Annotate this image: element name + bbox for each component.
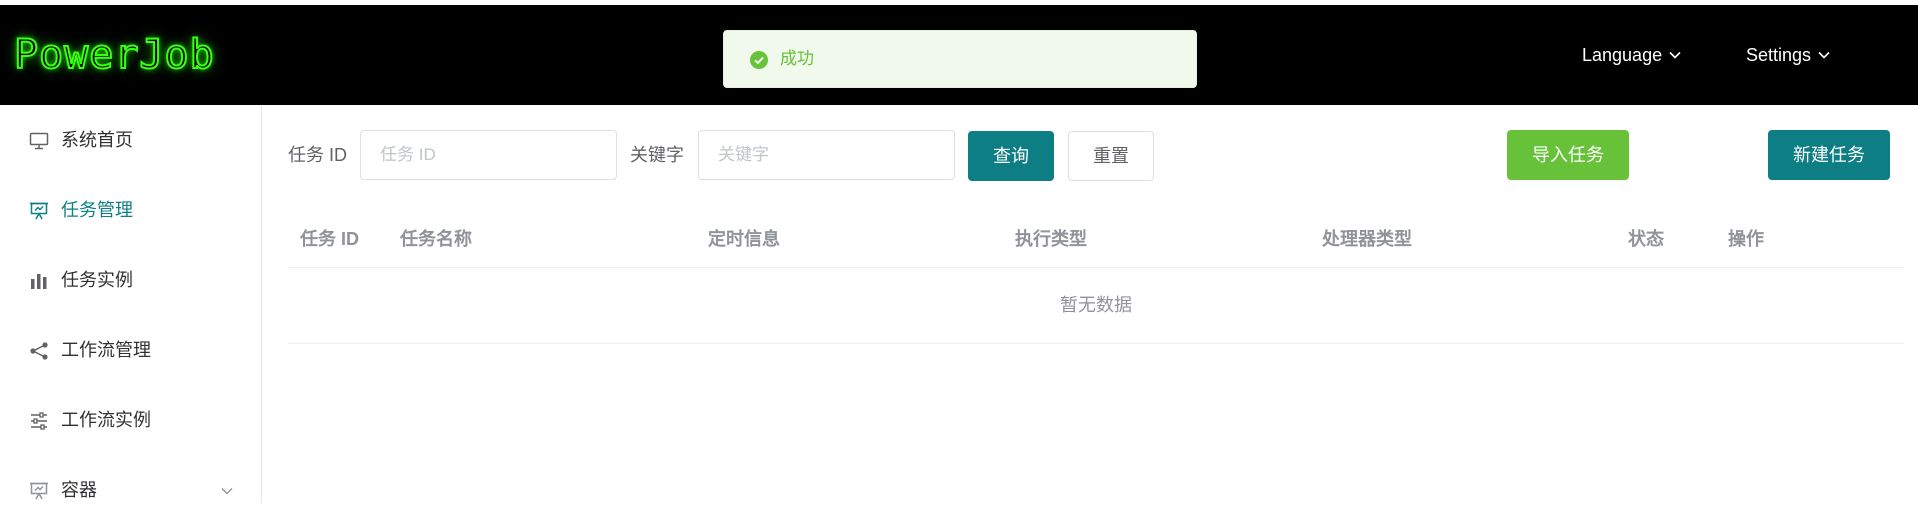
sidebar-item-label: 系统首页 [61, 130, 133, 150]
presentation-board-icon [29, 201, 49, 221]
success-check-icon [750, 51, 768, 69]
sidebar-menu: 系统首页 任务管理 任务实例 工作流管理 工作流实例 容器 [0, 105, 262, 503]
settings-dropdown-label: Settings [1746, 45, 1812, 65]
sidebar-item-label: 任务实例 [61, 270, 133, 290]
chevron-down-icon [220, 484, 234, 498]
sliders-icon [29, 411, 49, 431]
column-header-task-name: 任务名称 [400, 229, 472, 249]
task-id-input[interactable] [360, 130, 617, 180]
presentation-board-icon [29, 481, 49, 501]
language-dropdown-label: Language [1582, 45, 1663, 65]
success-toast: 成功 [723, 30, 1197, 88]
share-icon [29, 341, 49, 361]
sidebar-item-label: 工作流管理 [61, 340, 151, 360]
keyword-input[interactable] [698, 130, 955, 180]
language-dropdown[interactable]: Language [1582, 5, 1682, 105]
new-task-button[interactable]: 新建任务 [1768, 130, 1890, 180]
import-task-button[interactable]: 导入任务 [1507, 130, 1629, 180]
column-header-schedule-info: 定时信息 [708, 229, 780, 249]
sidebar-item-home[interactable]: 系统首页 [0, 105, 261, 175]
monitor-icon [29, 131, 49, 151]
column-header-status: 状态 [1628, 229, 1664, 249]
query-button[interactable]: 查询 [968, 131, 1054, 181]
chevron-down-icon [1668, 6, 1682, 106]
sidebar-item-task-instance[interactable]: 任务实例 [0, 245, 261, 315]
column-header-execution-type: 执行类型 [1015, 229, 1087, 249]
column-header-task-id: 任务 ID [300, 229, 360, 249]
sidebar-item-label: 容器 [61, 480, 97, 500]
sidebar-item-label: 工作流实例 [61, 410, 151, 430]
sidebar-item-task-management[interactable]: 任务管理 [0, 175, 261, 245]
table-empty-row: 暂无数据 [288, 268, 1904, 344]
bar-chart-icon [29, 271, 49, 291]
chevron-down-icon [1817, 6, 1831, 106]
column-header-actions: 操作 [1728, 229, 1764, 249]
toast-message: 成功 [780, 49, 814, 68]
empty-state-text: 暂无数据 [1060, 295, 1132, 315]
table-header: 任务 ID 任务名称 定时信息 执行类型 处理器类型 状态 操作 [288, 212, 1904, 268]
task-id-label: 任务 ID [288, 145, 348, 165]
sidebar-item-workflow-instance[interactable]: 工作流实例 [0, 385, 261, 455]
settings-dropdown[interactable]: Settings [1746, 5, 1831, 105]
sidebar-item-workflow-management[interactable]: 工作流管理 [0, 315, 261, 385]
keyword-label: 关键字 [630, 145, 684, 165]
sidebar-item-container[interactable]: 容器 [0, 455, 261, 525]
powerjob-logo[interactable]: PowerJob [13, 30, 215, 80]
column-header-processor-type: 处理器类型 [1322, 229, 1412, 249]
task-table: 任务 ID 任务名称 定时信息 执行类型 处理器类型 状态 操作 暂无数据 [288, 212, 1904, 344]
reset-button[interactable]: 重置 [1068, 131, 1154, 181]
sidebar-item-label: 任务管理 [61, 200, 133, 220]
